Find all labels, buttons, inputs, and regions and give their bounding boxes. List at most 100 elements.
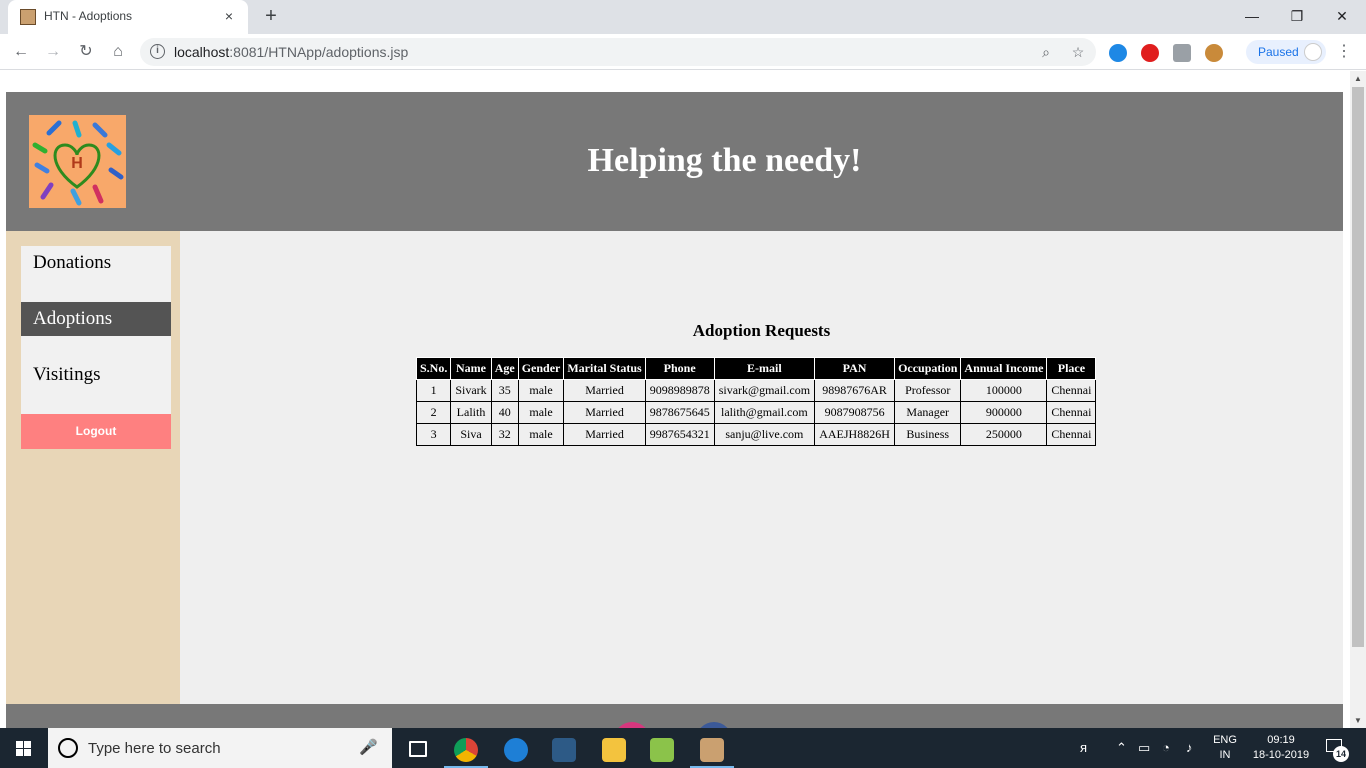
table-cell: 9987654321 <box>644 423 715 446</box>
scroll-down-icon[interactable]: ▼ <box>1353 716 1363 725</box>
url-text: localhost:8081/HTNApp/adoptions.jsp <box>174 44 408 60</box>
start-button[interactable] <box>0 728 48 768</box>
taskbar-clock[interactable]: 09:19 18-10-2019 <box>1244 733 1318 763</box>
notification-count-badge: 14 <box>1333 746 1349 762</box>
clock-date: 18-10-2019 <box>1252 749 1310 761</box>
table-cell: Married <box>563 401 646 424</box>
page-scrollbar[interactable]: ▲ ▼ <box>1350 71 1366 728</box>
skype-extension-icon[interactable] <box>1109 44 1127 62</box>
browser-tabstrip: HTN - Adoptions × + — ❐ ✕ <box>0 0 1366 34</box>
tab-close-icon[interactable]: × <box>220 7 238 25</box>
site-title: Helping the needy! <box>587 142 862 179</box>
url-host: localhost <box>174 44 230 60</box>
table-cell: Business <box>894 423 962 446</box>
show-hidden-icons[interactable]: ⌃ <box>1116 740 1127 756</box>
table-cell: AAEJH8826H <box>814 423 896 446</box>
url-path: :8081/HTNApp/adoptions.jsp <box>229 44 409 60</box>
browser-menu-icon[interactable]: ⋮ <box>1336 40 1352 64</box>
people-icon[interactable]: ᴙ <box>1080 740 1087 755</box>
column-header: Marital Status <box>563 357 646 380</box>
chrome-taskbar-icon[interactable] <box>444 732 488 768</box>
home-button[interactable]: ⌂ <box>106 40 130 64</box>
close-window-button[interactable]: ✕ <box>1322 4 1362 28</box>
minimize-button[interactable]: — <box>1232 4 1272 28</box>
sidebar-item-adoptions[interactable]: Adoptions <box>21 302 171 336</box>
bookmark-star-icon[interactable]: ☆ <box>1068 42 1088 62</box>
table-cell: Manager <box>894 401 962 424</box>
site-header: H Helping the needy! <box>6 92 1343 231</box>
table-row: 3 Siva 32 male Married 9987654321 sanju@… <box>415 423 1097 446</box>
table-cell: Married <box>563 423 646 446</box>
windows-taskbar: Type here to search 🎤 ᴙ ⌃ ▭ ◔ ♪ ENG IN 0… <box>0 728 1366 768</box>
table-row: 2 Lalith 40 male Married 9878675645 lali… <box>415 401 1097 424</box>
table-cell: lalith@gmail.com <box>713 401 816 424</box>
adblock-extension-icon[interactable] <box>1141 44 1159 62</box>
column-header: Place <box>1046 357 1097 380</box>
table-cell: 35 <box>490 379 519 402</box>
sidebar: Donations Adoptions Visitings Logout <box>6 231 180 704</box>
table-cell: 98987676AR <box>814 379 896 402</box>
table-cell: Chennai <box>1046 379 1097 402</box>
task-view-icon[interactable] <box>396 732 440 768</box>
column-header: S.No. <box>415 357 452 380</box>
back-button[interactable]: ← <box>9 40 33 64</box>
forward-button[interactable]: → <box>41 40 65 64</box>
mysql-workbench-taskbar-icon[interactable] <box>542 732 586 768</box>
input-language[interactable]: ENG IN <box>1212 733 1238 763</box>
battery-icon[interactable]: ▭ <box>1138 740 1150 756</box>
site-info-icon[interactable]: i <box>150 44 165 59</box>
taskbar-search-box[interactable]: Type here to search 🎤 <box>48 728 392 768</box>
table-cell: sanju@live.com <box>713 423 816 446</box>
paused-label: Paused <box>1258 45 1299 59</box>
address-bar[interactable]: i localhost:8081/HTNApp/adoptions.jsp ⌕ … <box>140 38 1096 66</box>
reload-button[interactable]: ↻ <box>74 40 98 64</box>
table-cell: 250000 <box>960 423 1048 446</box>
wifi-icon[interactable]: ◔ <box>1162 740 1170 755</box>
table-cell: male <box>517 379 565 402</box>
file-explorer-taskbar-icon[interactable] <box>592 732 636 768</box>
region-code: IN <box>1219 749 1231 761</box>
microphone-icon[interactable]: 🎤 <box>359 738 378 756</box>
browser-tab[interactable]: HTN - Adoptions × <box>8 0 248 34</box>
volume-icon[interactable]: ♪ <box>1186 740 1193 755</box>
column-header: Gender <box>517 357 565 380</box>
table-cell: sivark@gmail.com <box>713 379 816 402</box>
table-cell: 9878675645 <box>644 401 715 424</box>
scroll-thumb[interactable] <box>1352 87 1364 647</box>
site-window-taskbar-icon[interactable] <box>690 732 734 768</box>
sidebar-item-donations[interactable]: Donations <box>21 246 171 302</box>
table-cell: Chennai <box>1046 401 1097 424</box>
cube-extension-icon[interactable] <box>1173 44 1191 62</box>
table-cell: 1 <box>415 379 452 402</box>
browser-toolbar: ← → ↻ ⌂ i localhost:8081/HTNApp/adoption… <box>0 34 1366 70</box>
table-cell: Married <box>563 379 646 402</box>
zoom-icon[interactable]: ⌕ <box>1036 42 1056 62</box>
table-cell: 3 <box>415 423 452 446</box>
table-row: 1 Sivark 35 male Married 9098989878 siva… <box>415 379 1097 402</box>
table-cell: 32 <box>490 423 519 446</box>
edge-taskbar-icon[interactable] <box>494 732 538 768</box>
column-header: Phone <box>644 357 715 380</box>
column-header: PAN <box>814 357 896 380</box>
restore-button[interactable]: ❐ <box>1277 4 1317 28</box>
adoption-requests-table: S.No. Name Age Gender Marital Status Pho… <box>415 357 1097 446</box>
logout-button[interactable]: Logout <box>21 414 171 449</box>
new-tab-button[interactable]: + <box>260 5 282 27</box>
cookie-extension-icon[interactable] <box>1205 44 1223 62</box>
table-cell: Sivark <box>450 379 492 402</box>
table-cell: 2 <box>415 401 452 424</box>
table-header-row: S.No. Name Age Gender Marital Status Pho… <box>415 357 1097 380</box>
notepad-taskbar-icon[interactable] <box>640 732 684 768</box>
table-cell: Siva <box>450 423 492 446</box>
cortana-icon <box>58 738 78 758</box>
sidebar-item-visitings[interactable]: Visitings <box>21 336 171 414</box>
profile-avatar <box>1304 43 1322 61</box>
profile-paused-button[interactable]: Paused <box>1246 40 1326 64</box>
lang-code: ENG <box>1213 734 1237 746</box>
scroll-up-icon[interactable]: ▲ <box>1353 74 1363 83</box>
table-cell: 900000 <box>960 401 1048 424</box>
main-content: Adoption Requests S.No. Name Age Gender … <box>180 231 1343 704</box>
page-viewport: H Helping the needy! Donations Adoptions… <box>0 71 1366 728</box>
column-header: Name <box>450 357 492 380</box>
site-footer <box>6 704 1343 728</box>
